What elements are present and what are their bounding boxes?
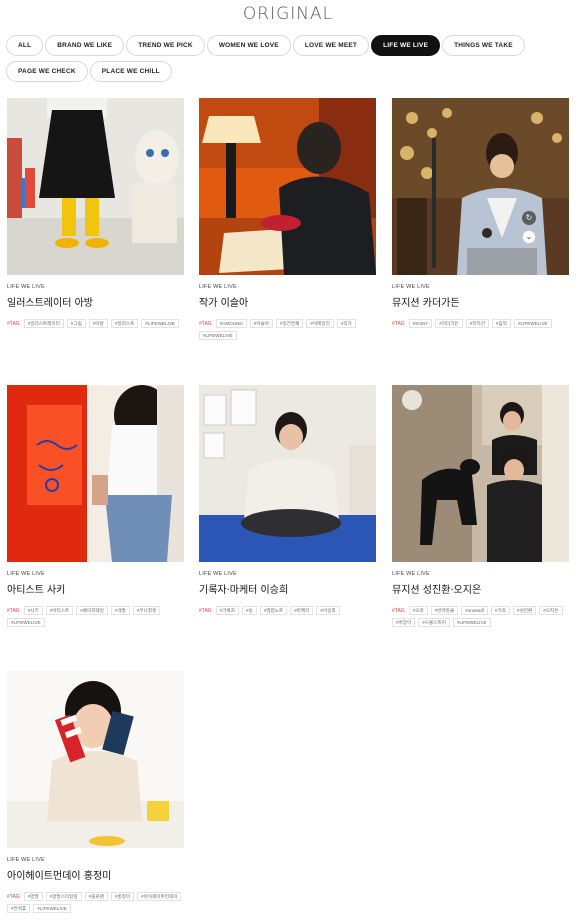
tag-list: #TAG #기록자 #숭 #영업노트 #마케터 #이승희 bbox=[199, 606, 377, 615]
tag-chip[interactable]: #반려동물 bbox=[430, 606, 459, 615]
tag-chip[interactable]: #홍정미 bbox=[110, 892, 135, 901]
tag-chip[interactable]: #이메일진 bbox=[306, 319, 334, 328]
tag-chip[interactable]: #숭 bbox=[241, 606, 257, 615]
article-thumbnail[interactable] bbox=[199, 385, 376, 562]
article-category: LIFE WE LIVE bbox=[7, 284, 45, 290]
tag-label: #TAG bbox=[7, 893, 20, 900]
tag-chip[interactable]: #LIFEWELIVE bbox=[33, 904, 71, 913]
tag-chip[interactable]: #카더가든 bbox=[435, 319, 463, 328]
tag-chip[interactable]: #이슬아 bbox=[249, 319, 273, 328]
chevron-down-icon[interactable]: ⌄ bbox=[522, 230, 536, 244]
filter-love-we-meet[interactable]: LOVE WE MEET bbox=[292, 35, 370, 56]
article-card[interactable]: LIFE WE LIVE 뮤지션 성진환·오지은 #TAG #오마 #반려동물 #ones… bbox=[392, 385, 570, 627]
article-card[interactable]: LIFE WE LIVE 아티스트 사키 #TAG #사키 #아티스트 #페이지렉일 #개발… bbox=[7, 385, 185, 627]
tag-list: #TAG #양말 #양말스타일링 #블로랜 #홍정미 #아이헤이트먼데이 #컨위휴 #LIFE… bbox=[7, 892, 185, 913]
tag-chip[interactable]: #아방 bbox=[88, 319, 108, 328]
tag-chip[interactable]: #뮤지션 bbox=[465, 319, 489, 328]
article-card[interactable]: LIFE WE LIVE 기록자·마케터 이승희 #TAG #기록자 #숭 #영업노트 #마… bbox=[199, 385, 377, 615]
tag-chip[interactable]: #음악 bbox=[491, 319, 511, 328]
tag-chip[interactable]: #가족 bbox=[491, 606, 511, 615]
filter-women-we-love[interactable]: WOMEN WE LOVE bbox=[206, 35, 291, 56]
tag-chip[interactable]: #스몰스피커 bbox=[418, 618, 450, 627]
tag-chip[interactable]: #양말스타일링 bbox=[45, 892, 82, 901]
tag-list: #TAG #오마 #반려동물 #onestuff #가족 #성진환 #오지은 #흑앙이 #스몰스… bbox=[392, 606, 570, 627]
tag-chip[interactable]: #LIFEWELIVE bbox=[452, 618, 491, 627]
tag-chip[interactable]: #사키 bbox=[23, 606, 43, 615]
tag-chip[interactable]: #성진환 bbox=[513, 606, 537, 615]
tag-label: #TAG bbox=[199, 320, 212, 327]
tag-list: #TAG #AMOUND #이슬아 #일간연재 #이메일진 #작가 #LIFEWELIVE bbox=[199, 319, 377, 340]
article-category: LIFE WE LIVE bbox=[199, 284, 237, 290]
filter-trend-we-pick[interactable]: TREND WE PICK bbox=[126, 35, 205, 56]
tag-chip[interactable]: #무나창홍 bbox=[132, 606, 161, 615]
tag-label: #TAG bbox=[392, 320, 405, 327]
article-title[interactable]: 뮤지션 성진환·오지은 bbox=[392, 581, 570, 596]
article-card[interactable]: LIFE WE LIVE 일러스트레이터 아방 #TAG #일러스트레이터 #그림 #아방… bbox=[7, 98, 185, 328]
tag-chip[interactable]: #컨위휴 bbox=[7, 904, 31, 913]
article-title[interactable]: 작가 이슬아 bbox=[199, 294, 377, 309]
tag-label: #TAG bbox=[7, 607, 20, 614]
filter-brand-we-like[interactable]: BRAND WE LIKE bbox=[45, 35, 125, 56]
article-thumbnail[interactable] bbox=[199, 98, 376, 275]
filter-life-we-live[interactable]: LIFE WE LIVE bbox=[371, 35, 441, 56]
tag-chip[interactable]: #페이지렉일 bbox=[76, 606, 108, 615]
tag-chip[interactable]: #기록자 bbox=[215, 606, 239, 615]
tag-label: #TAG bbox=[7, 320, 20, 327]
tag-list: #TAG #SONY #카더가든 #뮤지션 #음악 #LIFEWELIVE bbox=[392, 319, 570, 328]
article-thumbnail[interactable] bbox=[7, 385, 184, 562]
tag-chip[interactable]: #양말 bbox=[23, 892, 43, 901]
filter-things-we-take[interactable]: THINGS WE TAKE bbox=[442, 35, 525, 56]
tag-list: #TAG #일러스트레이터 #그림 #아방 #일러스트 #LIFEWELIVE bbox=[7, 319, 185, 328]
tag-chip[interactable]: #AMOUND bbox=[215, 319, 247, 328]
article-title[interactable]: 기록자·마케터 이승희 bbox=[199, 581, 377, 596]
article-category: LIFE WE LIVE bbox=[392, 284, 430, 290]
tag-chip[interactable]: #그림 bbox=[66, 319, 86, 328]
tag-chip[interactable]: #아티스트 bbox=[45, 606, 74, 615]
page-title: ORIGINAL bbox=[242, 4, 334, 24]
article-category: LIFE WE LIVE bbox=[7, 857, 45, 863]
tag-chip[interactable]: #일러스트 bbox=[110, 319, 139, 328]
tag-chip[interactable]: #영업노트 bbox=[259, 606, 288, 615]
tag-chip[interactable]: #흑앙이 bbox=[392, 618, 416, 627]
tag-chip[interactable]: #개발 bbox=[110, 606, 130, 615]
tag-label: #TAG bbox=[199, 607, 212, 614]
tag-chip[interactable]: #오지은 bbox=[539, 606, 563, 615]
tag-chip[interactable]: #이승희 bbox=[316, 606, 340, 615]
tag-label: #TAG bbox=[392, 607, 405, 614]
article-category: LIFE WE LIVE bbox=[7, 571, 45, 577]
tag-chip[interactable]: #아이헤이트먼데이 bbox=[137, 892, 182, 901]
filter-place-we-chill[interactable]: PLACE WE CHILL bbox=[89, 61, 172, 82]
tag-chip[interactable]: #오마 bbox=[408, 606, 428, 615]
article-title[interactable]: 아티스트 사키 bbox=[7, 581, 185, 596]
tag-chip[interactable]: #작가 bbox=[336, 319, 356, 328]
tag-chip[interactable]: #SONY bbox=[408, 319, 433, 328]
article-thumbnail[interactable] bbox=[392, 98, 569, 275]
tag-chip[interactable]: #LIFEWELIVE bbox=[199, 331, 237, 340]
category-filter-bar: ALL BRAND WE LIKE TREND WE PICK WOMEN WE LO… bbox=[6, 35, 570, 82]
tag-chip[interactable]: #LIFEWELIVE bbox=[514, 319, 552, 328]
tag-chip[interactable]: #onestuff bbox=[461, 606, 489, 615]
article-category: LIFE WE LIVE bbox=[199, 571, 237, 577]
article-card[interactable]: LIFE WE LIVE 작가 이슬아 #TAG #AMOUND #이슬아 #일간연재 #이… bbox=[199, 98, 377, 340]
article-thumbnail[interactable] bbox=[7, 98, 184, 275]
tag-chip[interactable]: #LIFEWELIVE bbox=[141, 319, 179, 328]
article-category: LIFE WE LIVE bbox=[392, 571, 430, 577]
tag-list: #TAG #사키 #아티스트 #페이지렉일 #개발 #무나창홍 #LIFEWELIVE bbox=[7, 606, 185, 627]
article-thumbnail[interactable] bbox=[7, 671, 184, 848]
filter-all[interactable]: ALL bbox=[6, 35, 44, 56]
article-thumbnail[interactable] bbox=[392, 385, 569, 562]
tag-chip[interactable]: #일간연재 bbox=[275, 319, 304, 328]
filter-page-we-check[interactable]: PAGE WE CHECK bbox=[6, 61, 88, 82]
tag-chip[interactable]: #블로랜 bbox=[84, 892, 108, 901]
article-title[interactable]: 뮤지션 카더가든 bbox=[392, 294, 570, 309]
article-title[interactable]: 아이헤이트먼데이 홍정미 bbox=[7, 867, 185, 882]
article-card[interactable]: LIFE WE LIVE 아이헤이트먼데이 홍정미 #TAG #양말 #양말스타일링 #블… bbox=[7, 671, 185, 913]
circular-arrow-icon[interactable]: ↻ bbox=[522, 211, 536, 225]
tag-chip[interactable]: #일러스트레이터 bbox=[23, 319, 64, 328]
article-title[interactable]: 일러스트레이터 아방 bbox=[7, 294, 185, 309]
article-card[interactable]: LIFE WE LIVE 뮤지션 카더가든 #TAG #SONY #카더가든 #뮤지션 #음… bbox=[392, 98, 570, 328]
tag-chip[interactable]: #마케터 bbox=[290, 606, 314, 615]
tag-chip[interactable]: #LIFEWELIVE bbox=[7, 618, 45, 627]
